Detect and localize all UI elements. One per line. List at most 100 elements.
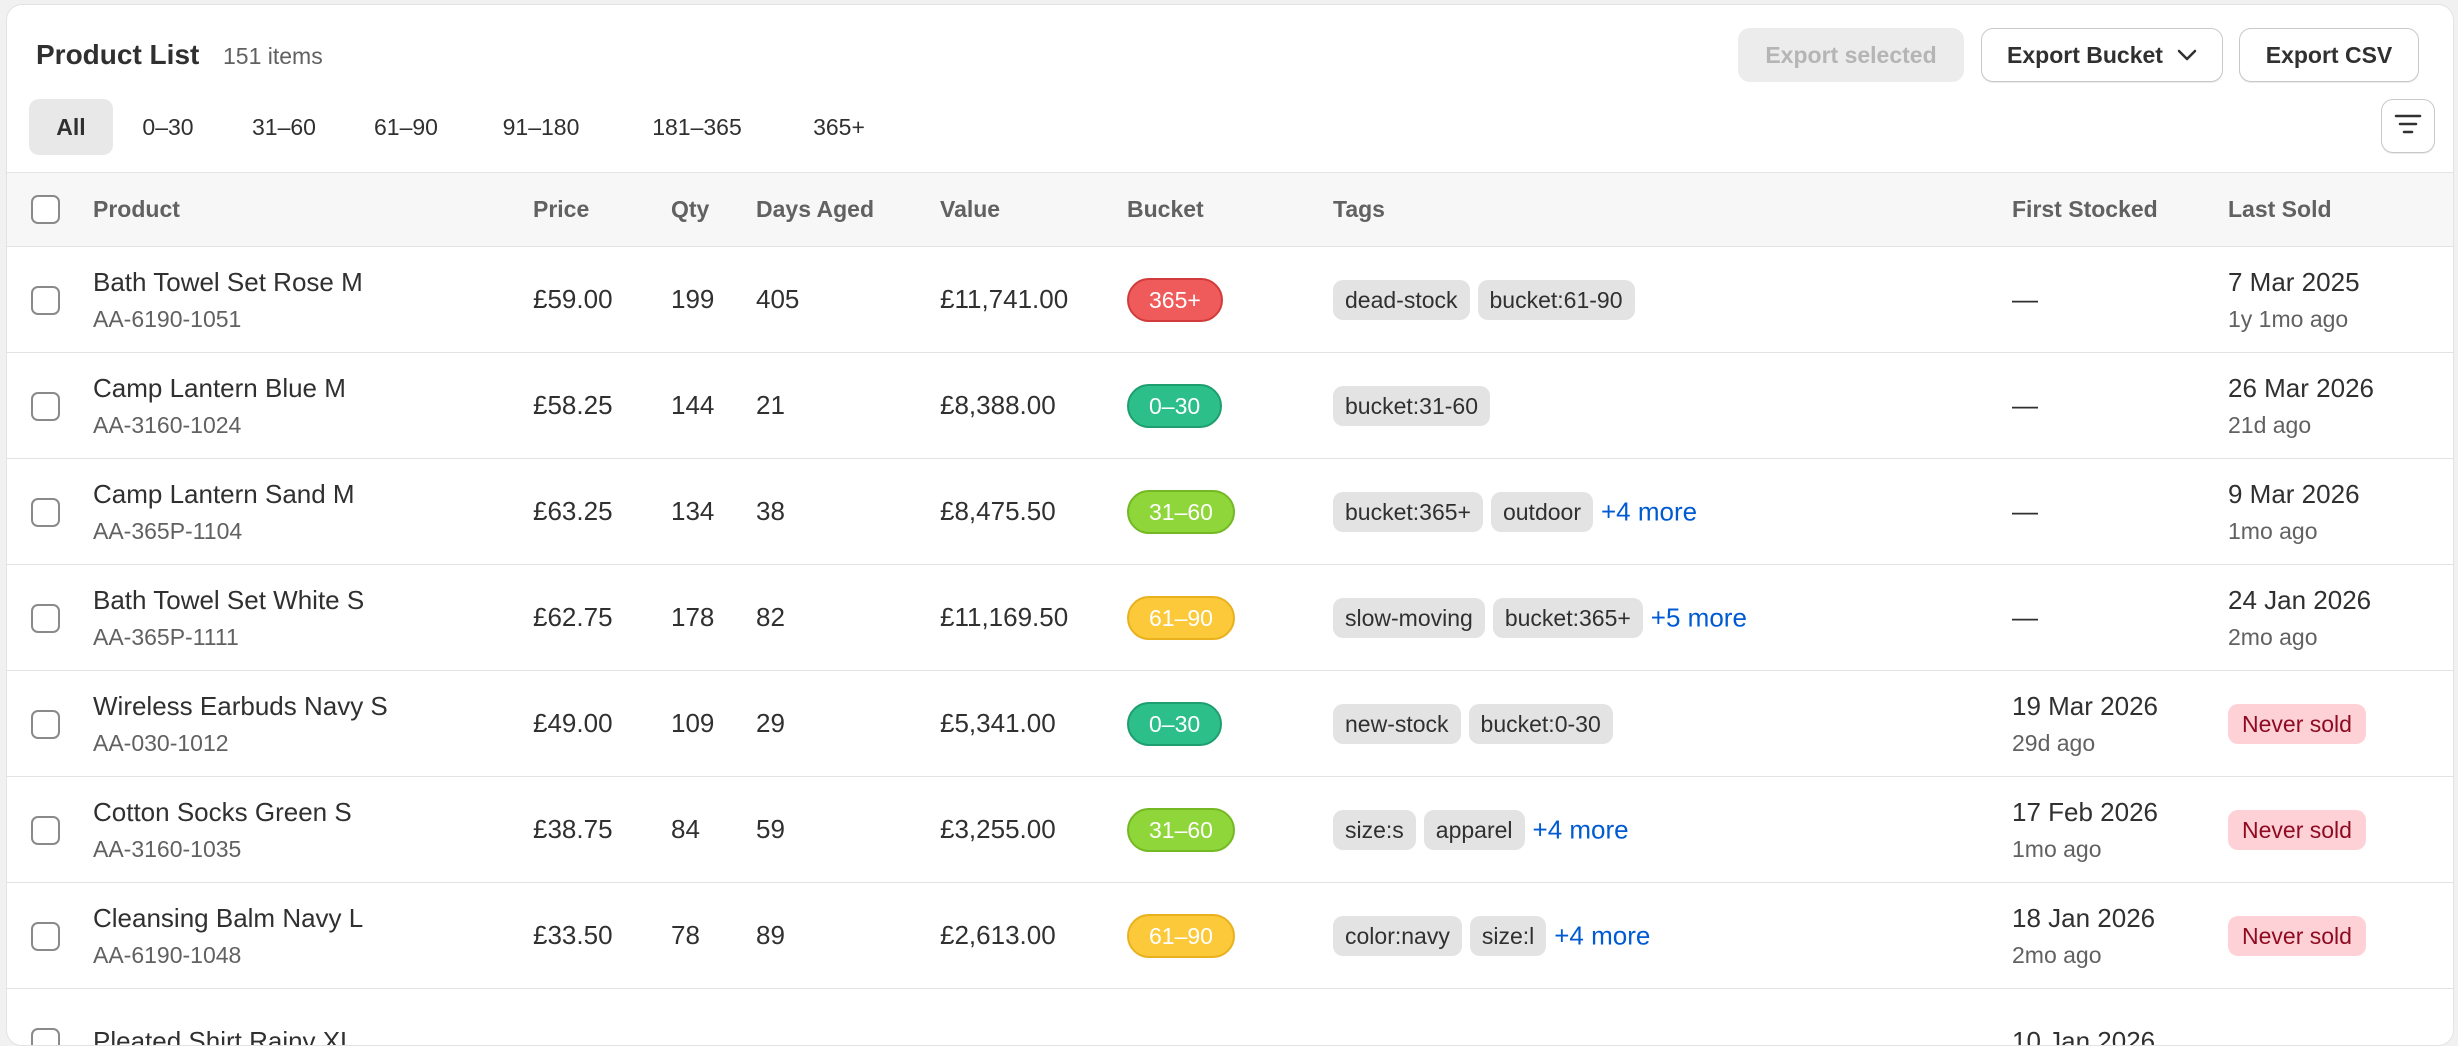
column-header-first-stocked[interactable]: First Stocked <box>2012 173 2228 247</box>
product-name[interactable]: Wireless Earbuds Navy S <box>93 691 533 722</box>
product-list-card: Product List 151 items Export selected E… <box>6 4 2454 1046</box>
row-checkbox[interactable] <box>31 816 60 845</box>
tags-cell: slow-movingbucket:365++5 more <box>1333 565 2012 671</box>
column-header-last-sold[interactable]: Last Sold <box>2228 173 2453 247</box>
qty-cell: 199 <box>671 247 756 353</box>
product-name[interactable]: Camp Lantern Sand M <box>93 479 533 510</box>
first-stocked-date: 10 Jan 2026 <box>2012 1026 2228 1046</box>
table-row[interactable]: Camp Lantern Blue MAA-3160-1024£58.25144… <box>7 353 2453 459</box>
card-header: Product List 151 items Export selected E… <box>7 5 2453 99</box>
qty-cell: 178 <box>671 565 756 671</box>
tab-181-365[interactable]: 181–365 <box>623 99 771 155</box>
product-name[interactable]: Camp Lantern Blue M <box>93 373 533 404</box>
product-sku: AA-030-1012 <box>93 730 533 757</box>
chevron-down-icon <box>2177 49 2197 61</box>
days-aged-cell: 21 <box>756 353 940 459</box>
tags-cell: color:navysize:l+4 more <box>1333 883 2012 989</box>
first-stocked-date: 17 Feb 2026 <box>2012 797 2228 828</box>
export-csv-button[interactable]: Export CSV <box>2239 28 2419 82</box>
value-cell: £3,255.00 <box>940 777 1127 883</box>
tag-chip: size:l <box>1470 916 1546 956</box>
bucket-cell: 0–30 <box>1127 671 1333 777</box>
tab-91-180[interactable]: 91–180 <box>475 99 607 155</box>
qty-cell: 109 <box>671 671 756 777</box>
column-header-value[interactable]: Value <box>940 173 1127 247</box>
tag-chip: slow-moving <box>1333 598 1485 638</box>
tag-chip: bucket:31-60 <box>1333 386 1490 426</box>
product-cell: Cotton Socks Green SAA-3160-1035 <box>93 777 533 883</box>
tag-chip: bucket:0-30 <box>1469 704 1613 744</box>
first-stocked-cell: — <box>2012 353 2228 459</box>
more-tags-link[interactable]: +4 more <box>1533 814 1629 844</box>
product-sku: AA-6190-1051 <box>93 306 533 333</box>
table-row[interactable]: Cleansing Balm Navy LAA-6190-1048£33.507… <box>7 883 2453 989</box>
product-cell: Camp Lantern Blue MAA-3160-1024 <box>93 353 533 459</box>
header-select-cell <box>7 173 93 247</box>
price-cell: £58.25 <box>533 353 671 459</box>
column-header-bucket[interactable]: Bucket <box>1127 173 1333 247</box>
first-stocked-cell: — <box>2012 565 2228 671</box>
days-aged-cell <box>756 989 940 1046</box>
value-cell: £5,341.00 <box>940 671 1127 777</box>
column-header-price[interactable]: Price <box>533 173 671 247</box>
bucket-cell: 61–90 <box>1127 565 1333 671</box>
row-checkbox[interactable] <box>31 392 60 421</box>
first-stocked-date: 18 Jan 2026 <box>2012 903 2228 934</box>
product-cell: Bath Towel Set White SAA-365P-1111 <box>93 565 533 671</box>
bucket-cell: 31–60 <box>1127 459 1333 565</box>
bucket-badge: 0–30 <box>1127 702 1222 746</box>
table-row[interactable]: Pleated Shirt Rainy XL 10 Jan 2026 <box>7 989 2453 1046</box>
tab-365-plus[interactable]: 365+ <box>781 99 897 155</box>
row-checkbox[interactable] <box>31 498 60 527</box>
tags-cell: new-stockbucket:0-30 <box>1333 671 2012 777</box>
table-row[interactable]: Wireless Earbuds Navy SAA-030-1012£49.00… <box>7 671 2453 777</box>
product-name[interactable]: Cotton Socks Green S <box>93 797 533 828</box>
qty-cell <box>671 989 756 1046</box>
tab-31-60[interactable]: 31–60 <box>229 99 339 155</box>
table-row[interactable]: Camp Lantern Sand MAA-365P-1104£63.25134… <box>7 459 2453 565</box>
product-name[interactable]: Bath Towel Set Rose M <box>93 267 533 298</box>
product-name[interactable]: Pleated Shirt Rainy XL <box>93 1026 533 1046</box>
table-row[interactable]: Bath Towel Set Rose MAA-6190-1051£59.001… <box>7 247 2453 353</box>
tags-cell <box>1333 989 2012 1046</box>
row-select-cell <box>7 883 93 989</box>
tab-61-90[interactable]: 61–90 <box>349 99 463 155</box>
value-cell: £2,613.00 <box>940 883 1127 989</box>
row-checkbox[interactable] <box>31 604 60 633</box>
select-all-checkbox[interactable] <box>31 195 60 224</box>
export-selected-button[interactable]: Export selected <box>1738 28 1964 82</box>
last-sold-cell: 26 Mar 202621d ago <box>2228 353 2453 459</box>
product-name[interactable]: Cleansing Balm Navy L <box>93 903 533 934</box>
last-sold-cell: 9 Mar 20261mo ago <box>2228 459 2453 565</box>
column-header-days-aged[interactable]: Days Aged <box>756 173 940 247</box>
table-row[interactable]: Bath Towel Set White SAA-365P-1111£62.75… <box>7 565 2453 671</box>
column-header-tags[interactable]: Tags <box>1333 173 2012 247</box>
row-select-cell <box>7 565 93 671</box>
export-csv-label: Export CSV <box>2266 42 2393 69</box>
row-checkbox[interactable] <box>31 710 60 739</box>
bucket-cell: 61–90 <box>1127 883 1333 989</box>
tab-all[interactable]: All <box>29 99 113 155</box>
more-tags-link[interactable]: +5 more <box>1651 602 1747 632</box>
column-header-product[interactable]: Product <box>93 173 533 247</box>
tab-0-30[interactable]: 0–30 <box>117 99 219 155</box>
bucket-cell: 0–30 <box>1127 353 1333 459</box>
tags-cell: bucket:31-60 <box>1333 353 2012 459</box>
last-sold-relative: 1y 1mo ago <box>2228 306 2453 333</box>
row-checkbox[interactable] <box>31 286 60 315</box>
filter-sort-button[interactable] <box>2381 99 2435 153</box>
more-tags-link[interactable]: +4 more <box>1601 496 1697 526</box>
export-bucket-button[interactable]: Export Bucket <box>1981 28 2223 82</box>
value-cell <box>940 989 1127 1046</box>
column-header-qty[interactable]: Qty <box>671 173 756 247</box>
price-cell <box>533 989 671 1046</box>
bucket-badge: 365+ <box>1127 278 1223 322</box>
last-sold-date: 7 Mar 2025 <box>2228 267 2453 298</box>
qty-cell: 134 <box>671 459 756 565</box>
row-checkbox[interactable] <box>31 922 60 951</box>
table-row[interactable]: Cotton Socks Green SAA-3160-1035£38.7584… <box>7 777 2453 883</box>
more-tags-link[interactable]: +4 more <box>1554 920 1650 950</box>
product-name[interactable]: Bath Towel Set White S <box>93 585 533 616</box>
row-checkbox[interactable] <box>31 1028 60 1046</box>
row-select-cell <box>7 777 93 883</box>
